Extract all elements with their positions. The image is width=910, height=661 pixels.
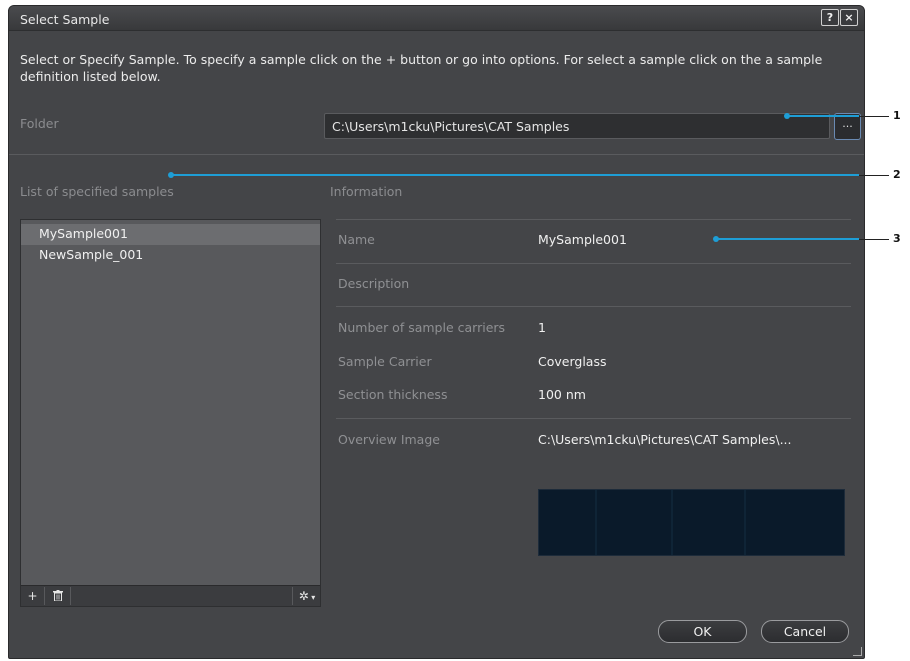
name-value: MySample001 [538, 232, 627, 247]
chevron-down-icon: ▾ [308, 593, 316, 602]
list-toolbar: + ✲ ▾ [21, 585, 320, 606]
carriers-count-value: 1 [538, 320, 546, 335]
overview-image-preview [538, 489, 845, 556]
overview-image-label: Overview Image [338, 432, 440, 447]
callout-tail-1 [859, 116, 889, 117]
samples-list: MySample001 NewSample_001 + ✲ ▾ [20, 219, 321, 607]
trash-icon [52, 590, 63, 602]
select-sample-dialog: Select Sample ? × Select or Specify Samp… [8, 5, 865, 659]
gear-icon: ✲ [298, 589, 309, 603]
divider [336, 219, 851, 220]
divider [336, 418, 851, 419]
callout-number-2: 2 [893, 168, 901, 181]
information-title: Information [330, 184, 403, 199]
folder-path-field[interactable]: C:\Users\m1cku\Pictures\CAT Samples [324, 113, 830, 139]
dialog-title: Select Sample [20, 12, 110, 27]
sample-carrier-label: Sample Carrier [338, 354, 432, 369]
help-button[interactable]: ? [821, 9, 839, 26]
add-sample-button[interactable]: + [21, 587, 45, 605]
callout-line-2 [171, 174, 859, 176]
delete-sample-button[interactable] [45, 587, 71, 605]
description-label: Description [338, 276, 410, 291]
overview-image-path: C:\Users\m1cku\Pictures\CAT Samples\... [538, 432, 792, 447]
browse-folder-button[interactable]: ... [834, 113, 861, 140]
section-thickness-value: 100 nm [538, 387, 586, 402]
resize-grip-icon[interactable] [853, 647, 862, 656]
section-thickness-label: Section thickness [338, 387, 448, 402]
sample-carrier-value: Coverglass [538, 354, 607, 369]
carriers-count-label: Number of sample carriers [338, 320, 506, 335]
callout-number-1: 1 [893, 109, 901, 122]
callout-number-3: 3 [893, 232, 901, 245]
divider [336, 306, 851, 307]
list-item-newsample-001[interactable]: NewSample_001 [21, 245, 320, 266]
image-streak [595, 490, 597, 555]
callout-dot-3 [713, 236, 719, 242]
cancel-button[interactable]: Cancel [761, 620, 849, 643]
callout-tail-2 [859, 175, 889, 176]
ok-button[interactable]: OK [658, 620, 747, 643]
folder-label: Folder [20, 116, 59, 131]
list-item-mysample001[interactable]: MySample001 [21, 224, 320, 245]
callout-dot-2 [168, 172, 174, 178]
intro-text: Select or Specify Sample. To specify a s… [20, 52, 823, 84]
name-label: Name [338, 232, 375, 247]
close-button[interactable]: × [840, 9, 858, 26]
settings-menu-button[interactable]: ✲ ▾ [293, 587, 321, 605]
image-streak [671, 490, 673, 555]
callout-tail-3 [859, 239, 889, 240]
image-streak [744, 490, 746, 555]
title-bar: Select Sample ? × [9, 6, 864, 31]
divider [9, 154, 864, 155]
callout-dot-1 [784, 113, 790, 119]
callout-line-3 [716, 238, 859, 240]
toolbar-spacer [71, 587, 293, 605]
divider [336, 263, 851, 264]
samples-list-title: List of specified samples [20, 184, 174, 199]
callout-line-1 [787, 115, 859, 117]
